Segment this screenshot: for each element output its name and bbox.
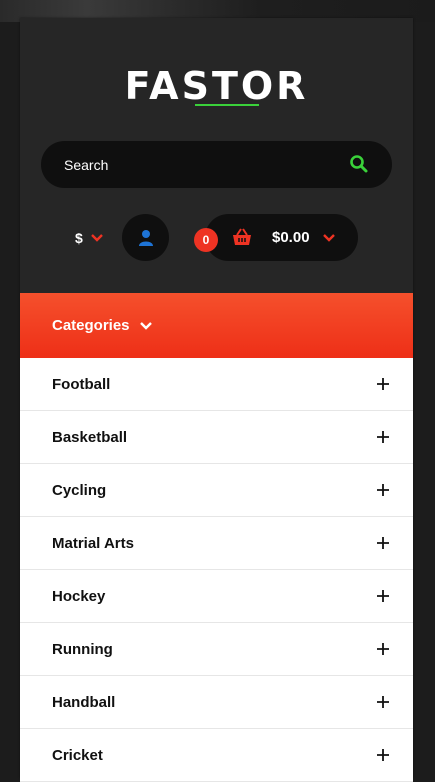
plus-icon[interactable] xyxy=(377,749,389,761)
cart-total: $0.00 xyxy=(272,229,310,246)
chevron-down-icon xyxy=(139,321,152,330)
plus-icon[interactable] xyxy=(377,378,389,390)
cart-count-badge: 0 xyxy=(194,228,218,252)
logo-underline xyxy=(195,104,259,106)
plus-icon[interactable] xyxy=(377,590,389,602)
user-icon xyxy=(138,229,153,246)
chevron-down-icon xyxy=(323,234,335,242)
header: FASTOR $ 0 xyxy=(20,18,413,293)
categories-label: Categories xyxy=(52,317,130,334)
category-item-martial-arts[interactable]: Matrial Arts xyxy=(20,517,413,570)
currency-selector[interactable]: $ xyxy=(75,230,103,246)
mobile-menu-panel: FASTOR $ 0 xyxy=(20,18,413,782)
category-item-football[interactable]: Football xyxy=(20,358,413,411)
category-item-hockey[interactable]: Hockey xyxy=(20,570,413,623)
plus-icon[interactable] xyxy=(377,643,389,655)
category-item-cycling[interactable]: Cycling xyxy=(20,464,413,517)
basket-icon xyxy=(233,228,251,245)
category-item-running[interactable]: Running xyxy=(20,623,413,676)
plus-icon[interactable] xyxy=(377,484,389,496)
category-item-basketball[interactable]: Basketball xyxy=(20,411,413,464)
category-label: Matrial Arts xyxy=(52,534,134,552)
category-label: Cricket xyxy=(52,746,103,764)
category-label: Running xyxy=(52,640,113,658)
logo[interactable]: FASTOR xyxy=(20,63,413,109)
chevron-down-icon xyxy=(90,234,103,242)
currency-symbol: $ xyxy=(75,230,83,246)
plus-icon[interactable] xyxy=(377,696,389,708)
search-input[interactable] xyxy=(62,155,336,174)
plus-icon[interactable] xyxy=(377,537,389,549)
search-bar xyxy=(41,141,392,188)
category-item-handball[interactable]: Handball xyxy=(20,676,413,729)
category-label: Basketball xyxy=(52,428,128,446)
account-button[interactable] xyxy=(122,214,169,261)
category-label: Cycling xyxy=(52,481,107,499)
category-label: Hockey xyxy=(52,587,106,605)
plus-icon[interactable] xyxy=(377,431,389,443)
categories-toggle[interactable]: Categories xyxy=(20,293,413,358)
search-icon[interactable] xyxy=(349,154,369,174)
category-label: Handball xyxy=(52,693,116,711)
category-label: Football xyxy=(52,375,111,393)
category-item-cricket[interactable]: Cricket xyxy=(20,729,413,782)
category-list: Football Basketball Cycling Matrial Arts… xyxy=(20,358,413,782)
